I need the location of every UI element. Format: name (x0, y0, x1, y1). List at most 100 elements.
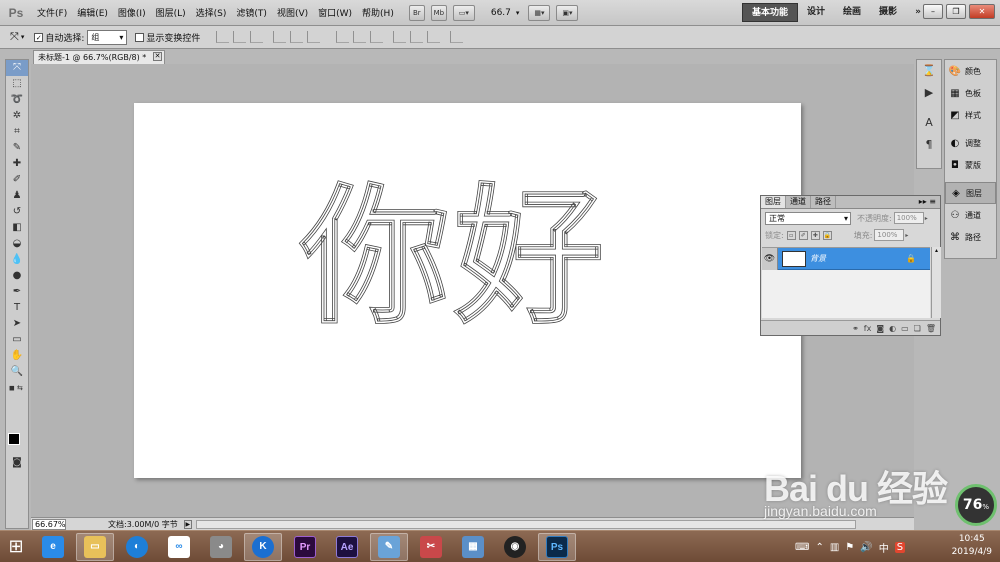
menu-help[interactable]: 帮助(H) (357, 6, 399, 19)
path-select-tool-icon[interactable]: ➤ (6, 316, 28, 332)
volume-icon[interactable]: 🔊 (860, 542, 872, 553)
layer-name[interactable]: 背景 (810, 253, 906, 264)
taskbar-clock[interactable]: 10:45 2019/4/9 (952, 533, 992, 559)
zoom-tool-icon[interactable]: 🔍 (6, 364, 28, 380)
character-panel-icon[interactable]: A (917, 112, 941, 134)
menu-filter[interactable]: 滤镜(T) (231, 6, 272, 19)
lock-all-icon[interactable]: 🔒 (822, 230, 832, 240)
close-button[interactable]: ✕ (969, 4, 995, 19)
tool-preset-dropdown-icon[interactable]: ▾ (21, 33, 25, 41)
lock-position-icon[interactable]: ✚ (810, 230, 820, 240)
auto-select-checkbox[interactable]: ✓ (34, 32, 44, 42)
adjustment-layer-icon[interactable]: ◐ (889, 324, 896, 333)
actions-panel-icon[interactable]: ▶ (917, 82, 941, 104)
arrange-documents-button[interactable]: ▦▾ (528, 4, 551, 21)
new-layer-icon[interactable]: ❏ (914, 324, 921, 333)
taskbar-media[interactable]: ◕ (202, 533, 240, 561)
distribute-hcenter-icon[interactable] (410, 31, 424, 43)
delete-layer-icon[interactable]: 🗑 (926, 324, 936, 333)
network-speed-badge[interactable]: 76% (955, 484, 997, 526)
ime-indicator[interactable]: 中 (879, 540, 889, 555)
distribute-left-icon[interactable] (393, 31, 407, 43)
workspace-essentials[interactable]: 基本功能 (742, 3, 799, 22)
flag-icon[interactable]: ⚑ (845, 542, 854, 553)
quick-select-tool-icon[interactable]: ✲ (6, 108, 28, 124)
history-brush-tool-icon[interactable]: ↺ (6, 204, 28, 220)
align-hcenter-icon[interactable] (290, 31, 304, 43)
menu-window[interactable]: 窗口(W) (313, 6, 357, 19)
taskbar-browser[interactable]: ◐ (118, 533, 156, 561)
add-mask-icon[interactable]: ◙ (876, 324, 884, 333)
taskbar-premiere[interactable]: Pr (286, 533, 324, 561)
foreground-color-swatch[interactable] (8, 433, 20, 445)
auto-align-icon[interactable] (450, 31, 464, 43)
paint-bucket-tool-icon[interactable]: ◒ (6, 236, 28, 252)
workspace-design[interactable]: 设计 (798, 3, 834, 22)
panel-adjustments[interactable]: ◐ 调整 (945, 132, 996, 154)
start-button[interactable]: ⊞ (0, 532, 32, 562)
align-right-icon[interactable] (307, 31, 321, 43)
panel-layers[interactable]: ◈ 图层 (945, 182, 996, 204)
layer-row[interactable]: 👁 背景 🔒 (762, 247, 930, 270)
panel-masks[interactable]: ◘ 蒙版 (945, 154, 996, 176)
align-top-icon[interactable] (216, 31, 230, 43)
menu-image[interactable]: 图像(I) (113, 6, 151, 19)
lasso-tool-icon[interactable]: ➰ (6, 92, 28, 108)
distribute-vcenter-icon[interactable] (353, 31, 367, 43)
crop-tool-icon[interactable]: ⌗ (6, 124, 28, 140)
new-group-icon[interactable]: ▭ (901, 324, 909, 333)
taskbar-baidu-netdisk[interactable]: ∞ (160, 533, 198, 561)
move-tool-icon[interactable]: ⤧ (6, 60, 28, 76)
align-vcenter-icon[interactable] (233, 31, 247, 43)
taskbar-after-effects[interactable]: Ae (328, 533, 366, 561)
menu-edit[interactable]: 编辑(E) (72, 6, 113, 19)
healing-brush-tool-icon[interactable]: ✚ (6, 156, 28, 172)
link-layers-icon[interactable]: ⚭ (852, 324, 859, 333)
show-transform-checkbox[interactable] (135, 32, 145, 42)
brush-tool-icon[interactable]: ✐ (6, 172, 28, 188)
taskbar-calculator[interactable]: ▦ (454, 533, 492, 561)
canvas[interactable]: 你好 (134, 103, 801, 478)
opacity-field[interactable]: 100% (893, 212, 924, 224)
move-tool-preset-icon[interactable]: ⤧ (10, 30, 19, 44)
distribute-right-icon[interactable] (427, 31, 441, 43)
fill-arrow-icon[interactable]: ▸ (905, 232, 913, 239)
taskbar-tool[interactable]: ✂ (412, 533, 450, 561)
keyboard-icon[interactable]: ⌨ (795, 542, 809, 553)
minimize-button[interactable]: – (923, 4, 943, 19)
panel-swatches[interactable]: ▦ 色板 (945, 82, 996, 104)
default-colors-icon[interactable]: ◼ ⇆ (6, 380, 28, 396)
taskbar-ie[interactable]: e (34, 533, 72, 561)
layers-scrollbar[interactable]: ▴ (931, 247, 941, 318)
panel-channels[interactable]: ⚇ 通道 (945, 204, 996, 226)
tab-paths[interactable]: 路径 (811, 196, 836, 208)
sogou-ime-icon[interactable]: S (894, 541, 906, 553)
restore-button[interactable]: ❐ (946, 4, 966, 19)
eyedropper-tool-icon[interactable]: ✎ (6, 140, 28, 156)
auto-select-dropdown[interactable]: 组 (87, 29, 128, 45)
distribute-bottom-icon[interactable] (370, 31, 384, 43)
layer-thumbnail[interactable] (782, 250, 806, 267)
workspace-photography[interactable]: 摄影 (870, 3, 906, 22)
blur-tool-icon[interactable]: 💧 (6, 252, 28, 268)
paragraph-panel-icon[interactable]: ¶ (917, 134, 941, 156)
tab-channels[interactable]: 通道 (786, 196, 811, 208)
zoom-dropdown-icon[interactable]: ▾ (516, 9, 520, 17)
lock-transparency-icon[interactable]: ▫ (786, 230, 796, 240)
document-tab[interactable]: 未标题-1 @ 66.7%(RGB/8) * ✕ (33, 50, 165, 64)
marquee-tool-icon[interactable]: ⬚ (6, 76, 28, 92)
clone-stamp-tool-icon[interactable]: ♟ (6, 188, 28, 204)
menu-view[interactable]: 视图(V) (272, 6, 313, 19)
opacity-arrow-icon[interactable]: ▸ (925, 215, 933, 222)
shape-tool-icon[interactable]: ▭ (6, 332, 28, 348)
screen-mode-button[interactable]: ▣▾ (556, 4, 579, 21)
fill-field[interactable]: 100% (874, 229, 905, 241)
distribute-top-icon[interactable] (336, 31, 350, 43)
close-document-icon[interactable]: ✕ (153, 52, 162, 61)
bridge-button[interactable]: Br (408, 4, 425, 21)
lock-pixels-icon[interactable]: ✐ (798, 230, 808, 240)
menu-layer[interactable]: 图层(L) (151, 6, 191, 19)
tab-layers[interactable]: 图层 (761, 196, 786, 208)
workspace-painting[interactable]: 绘画 (834, 3, 870, 22)
hand-tool-icon[interactable]: ✋ (6, 348, 28, 364)
